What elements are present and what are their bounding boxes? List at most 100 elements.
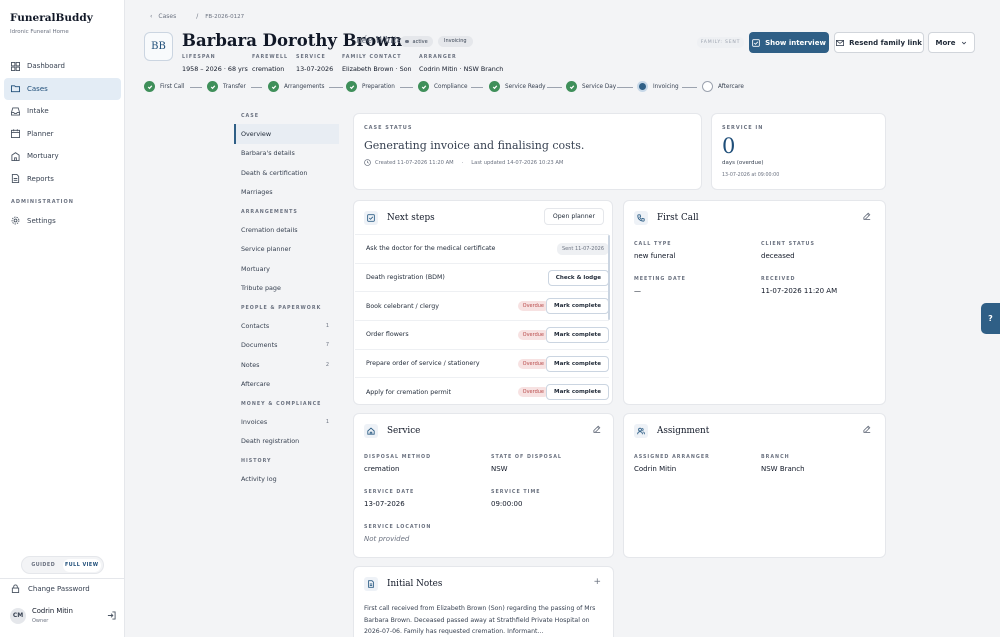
- step-service-day[interactable]: Service Day: [566, 81, 616, 92]
- subnav-cremation-details[interactable]: Cremation details: [234, 220, 339, 240]
- nav-item-planner[interactable]: Planner: [4, 123, 121, 145]
- show-interview-button[interactable]: Show interview: [749, 32, 829, 53]
- user-role: Owner: [32, 618, 49, 624]
- mode-full-view[interactable]: FULL VIEW: [62, 558, 101, 572]
- overdue-badge: Overdue: [517, 301, 549, 312]
- nav-item-settings[interactable]: Settings: [4, 210, 121, 232]
- subnav-label: Notes: [241, 360, 260, 369]
- help-button[interactable]: ?: [981, 303, 1000, 334]
- nav-label: Planner: [27, 129, 54, 138]
- subnav-aftercare[interactable]: Aftercare: [234, 375, 339, 395]
- subnav-contacts[interactable]: Contacts 1: [234, 316, 339, 336]
- subnav-section-people: PEOPLE & PAPERWORK: [241, 306, 322, 311]
- inbox-icon: [11, 106, 20, 116]
- breadcrumb-separator: /: [196, 13, 199, 20]
- open-planner-button[interactable]: Open planner: [543, 208, 604, 225]
- mark-complete-button[interactable]: Mark complete: [546, 326, 609, 343]
- resend-family-link-button[interactable]: Resend family link: [834, 32, 924, 53]
- edit-icon[interactable]: [863, 425, 871, 433]
- mark-complete-button[interactable]: Mark complete: [546, 355, 609, 372]
- subnav-activity-log[interactable]: Activity log: [234, 469, 339, 489]
- meta-label: ARRANGER: [419, 55, 457, 60]
- overdue-badge: Overdue: [517, 358, 549, 369]
- check-lodge-button[interactable]: Check & lodge: [547, 269, 609, 286]
- step-transfer[interactable]: Transfer: [207, 81, 246, 92]
- task-row: Book celebrant / clergy Overdue Mark com…: [355, 291, 609, 320]
- subnav-service-planner[interactable]: Service planner: [234, 240, 339, 260]
- mail-icon: [836, 39, 845, 46]
- mark-complete-button[interactable]: Mark complete: [546, 384, 609, 401]
- subnav-invoices[interactable]: Invoices 1: [234, 412, 339, 432]
- field-service-time: SERVICE TIME 09:00:00: [491, 490, 541, 508]
- field-label: MEETING DATE: [634, 277, 686, 282]
- step-connector: [190, 86, 202, 88]
- logout-icon[interactable]: [107, 611, 116, 620]
- task-list-scrollbar[interactable]: [607, 235, 610, 320]
- nav-item-reports[interactable]: Reports: [4, 168, 121, 190]
- subnav-count: 1: [325, 322, 329, 329]
- subnav-death-registration[interactable]: Death registration: [234, 432, 339, 452]
- avatar: CM: [10, 607, 26, 624]
- meta-label: FAREWELL: [252, 55, 289, 60]
- field-label: RECEIVED: [761, 277, 796, 282]
- change-password-link[interactable]: Change Password: [11, 584, 90, 593]
- subnav-mortuary[interactable]: Mortuary: [234, 259, 339, 279]
- step-invoicing[interactable]: Invoicing: [637, 81, 679, 92]
- field-value: cremation: [364, 465, 400, 473]
- chevron-left-icon[interactable]: ‹: [150, 13, 152, 20]
- mode-guided[interactable]: GUIDED: [24, 559, 63, 572]
- more-button[interactable]: More: [928, 32, 975, 53]
- check-icon: [418, 81, 429, 92]
- subnav-notes[interactable]: Notes 2: [234, 355, 339, 375]
- grid-icon: [11, 61, 20, 71]
- subnav-death-certification[interactable]: Death & certification: [234, 163, 339, 183]
- lock-icon: [11, 584, 20, 593]
- step-aftercare[interactable]: Aftercare: [702, 81, 744, 92]
- subnav-deceased-details[interactable]: Barbara's details: [234, 144, 339, 164]
- breadcrumb-cases[interactable]: Cases: [158, 13, 176, 20]
- checklist-icon: [364, 211, 378, 225]
- folder-icon: [11, 85, 20, 93]
- service-in-label: SERVICE IN: [722, 125, 764, 131]
- nav-item-mortuary[interactable]: Mortuary: [4, 145, 121, 167]
- subnav-tribute-page[interactable]: Tribute page: [234, 279, 339, 299]
- family-sent-badge: FAMILY: SENT: [697, 37, 744, 48]
- step-compliance[interactable]: Compliance: [418, 81, 467, 92]
- meta-label: SERVICE: [296, 55, 326, 60]
- step-connector: [251, 86, 262, 88]
- notes-title: Initial Notes: [364, 577, 442, 591]
- nav-item-cases[interactable]: Cases: [4, 77, 121, 100]
- field-assigned-arranger: ASSIGNED ARRANGER Codrin Mitin: [634, 455, 710, 473]
- meta-value: cremation: [252, 65, 285, 73]
- step-label: Service Ready: [505, 83, 546, 90]
- first-call-card: First Call CALL TYPE new funeral CLIENT …: [623, 200, 886, 405]
- meta-arranger: ARRANGER Codrin Mitin · NSW Branch: [419, 55, 503, 73]
- subnav-marriages[interactable]: Marriages: [234, 183, 339, 203]
- task-sent-badge: Sent 11-07-2026: [556, 242, 609, 255]
- more-label: More: [935, 38, 956, 47]
- subnav-documents[interactable]: Documents 7: [234, 336, 339, 356]
- step-label: Aftercare: [718, 83, 744, 90]
- nav-item-intake[interactable]: Intake: [4, 100, 121, 122]
- step-first-call[interactable]: First Call: [144, 81, 184, 92]
- meta-family-contact: FAMILY CONTACT Elizabeth Brown · Son: [342, 55, 412, 73]
- clock-icon: [364, 159, 371, 166]
- users-icon: [634, 424, 648, 438]
- step-connector: [547, 86, 562, 88]
- mark-complete-button[interactable]: Mark complete: [546, 298, 609, 315]
- add-note-icon[interactable]: +: [593, 577, 601, 587]
- task-row: Apply for cremation permit Overdue Mark …: [355, 377, 609, 406]
- step-arrangements[interactable]: Arrangements: [268, 81, 325, 92]
- meta-lifespan: LIFESPAN 1958 – 2026 · 68 yrs: [182, 55, 248, 73]
- edit-icon[interactable]: [593, 425, 601, 433]
- nav-item-dashboard[interactable]: Dashboard: [4, 55, 121, 77]
- step-preparation[interactable]: Preparation: [346, 81, 395, 92]
- status-badge-label: active: [412, 38, 428, 45]
- field-label: BRANCH: [761, 455, 790, 460]
- task-label: Death registration (BDM): [366, 274, 445, 282]
- step-service-ready[interactable]: Service Ready: [489, 81, 545, 92]
- nav-label: Cases: [27, 84, 48, 93]
- field-service-date: SERVICE DATE 13-07-2026: [364, 490, 414, 508]
- subnav-overview[interactable]: Overview: [234, 124, 339, 144]
- edit-icon[interactable]: [863, 212, 871, 220]
